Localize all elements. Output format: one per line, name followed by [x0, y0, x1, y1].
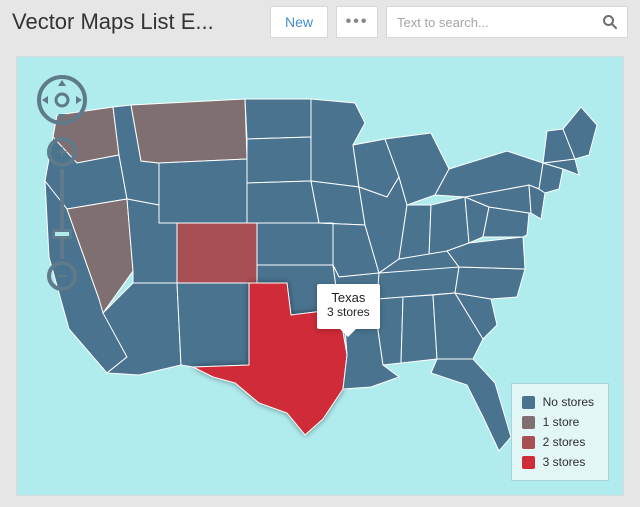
- new-button[interactable]: New: [270, 6, 328, 38]
- pan-left-icon[interactable]: [42, 96, 48, 104]
- pan-control[interactable]: [35, 73, 89, 127]
- tooltip-detail: 3 stores: [327, 305, 370, 319]
- legend-label: 2 stores: [543, 435, 586, 449]
- state-kansas[interactable]: [257, 223, 333, 265]
- zoom-in-button[interactable]: +: [47, 137, 77, 167]
- legend-label: 3 stores: [543, 455, 586, 469]
- map-area[interactable]: Texas 3 stores No stores 1 store 2 store…: [16, 56, 624, 496]
- state-montana[interactable]: [131, 99, 247, 163]
- state-wyoming[interactable]: [159, 159, 247, 223]
- zoom-handle[interactable]: [52, 229, 72, 239]
- state-alabama[interactable]: [401, 295, 437, 363]
- zoom-out-button[interactable]: −: [47, 261, 77, 291]
- app-root: { "header": { "title": "Vector Maps List…: [0, 0, 640, 507]
- legend-item: 3 stores: [522, 452, 594, 472]
- header: Vector Maps List E... New •••: [0, 0, 640, 44]
- legend-item: 2 stores: [522, 432, 594, 452]
- legend-swatch-0: [522, 396, 535, 409]
- tooltip-state: Texas: [327, 290, 370, 305]
- pan-down-icon[interactable]: [58, 114, 66, 120]
- state-florida[interactable]: [431, 359, 511, 451]
- legend-swatch-3: [522, 456, 535, 469]
- state-south-dakota[interactable]: [247, 137, 311, 183]
- search-icon[interactable]: [593, 14, 627, 30]
- legend-swatch-2: [522, 436, 535, 449]
- legend-item: No stores: [522, 392, 594, 412]
- state-north-carolina[interactable]: [455, 267, 525, 299]
- legend-label: No stores: [543, 395, 594, 409]
- legend-item: 1 store: [522, 412, 594, 432]
- pan-right-icon[interactable]: [76, 96, 82, 104]
- zoom-control: + −: [47, 137, 77, 291]
- legend-label: 1 store: [543, 415, 580, 429]
- legend: No stores 1 store 2 stores 3 stores: [511, 383, 609, 481]
- zoom-track[interactable]: [60, 169, 64, 259]
- state-new-mexico[interactable]: [177, 283, 249, 367]
- map-tooltip: Texas 3 stores: [317, 284, 380, 329]
- more-button[interactable]: •••: [336, 6, 378, 38]
- state-north-dakota[interactable]: [245, 99, 311, 139]
- search-input[interactable]: [387, 7, 593, 37]
- state-nebraska[interactable]: [247, 181, 319, 223]
- page-title: Vector Maps List E...: [12, 9, 262, 35]
- state-iowa[interactable]: [311, 181, 365, 225]
- search-box[interactable]: [386, 6, 628, 38]
- pan-up-icon[interactable]: [58, 80, 66, 86]
- legend-swatch-1: [522, 416, 535, 429]
- state-colorado[interactable]: [177, 223, 257, 283]
- map-controls: + −: [35, 73, 89, 291]
